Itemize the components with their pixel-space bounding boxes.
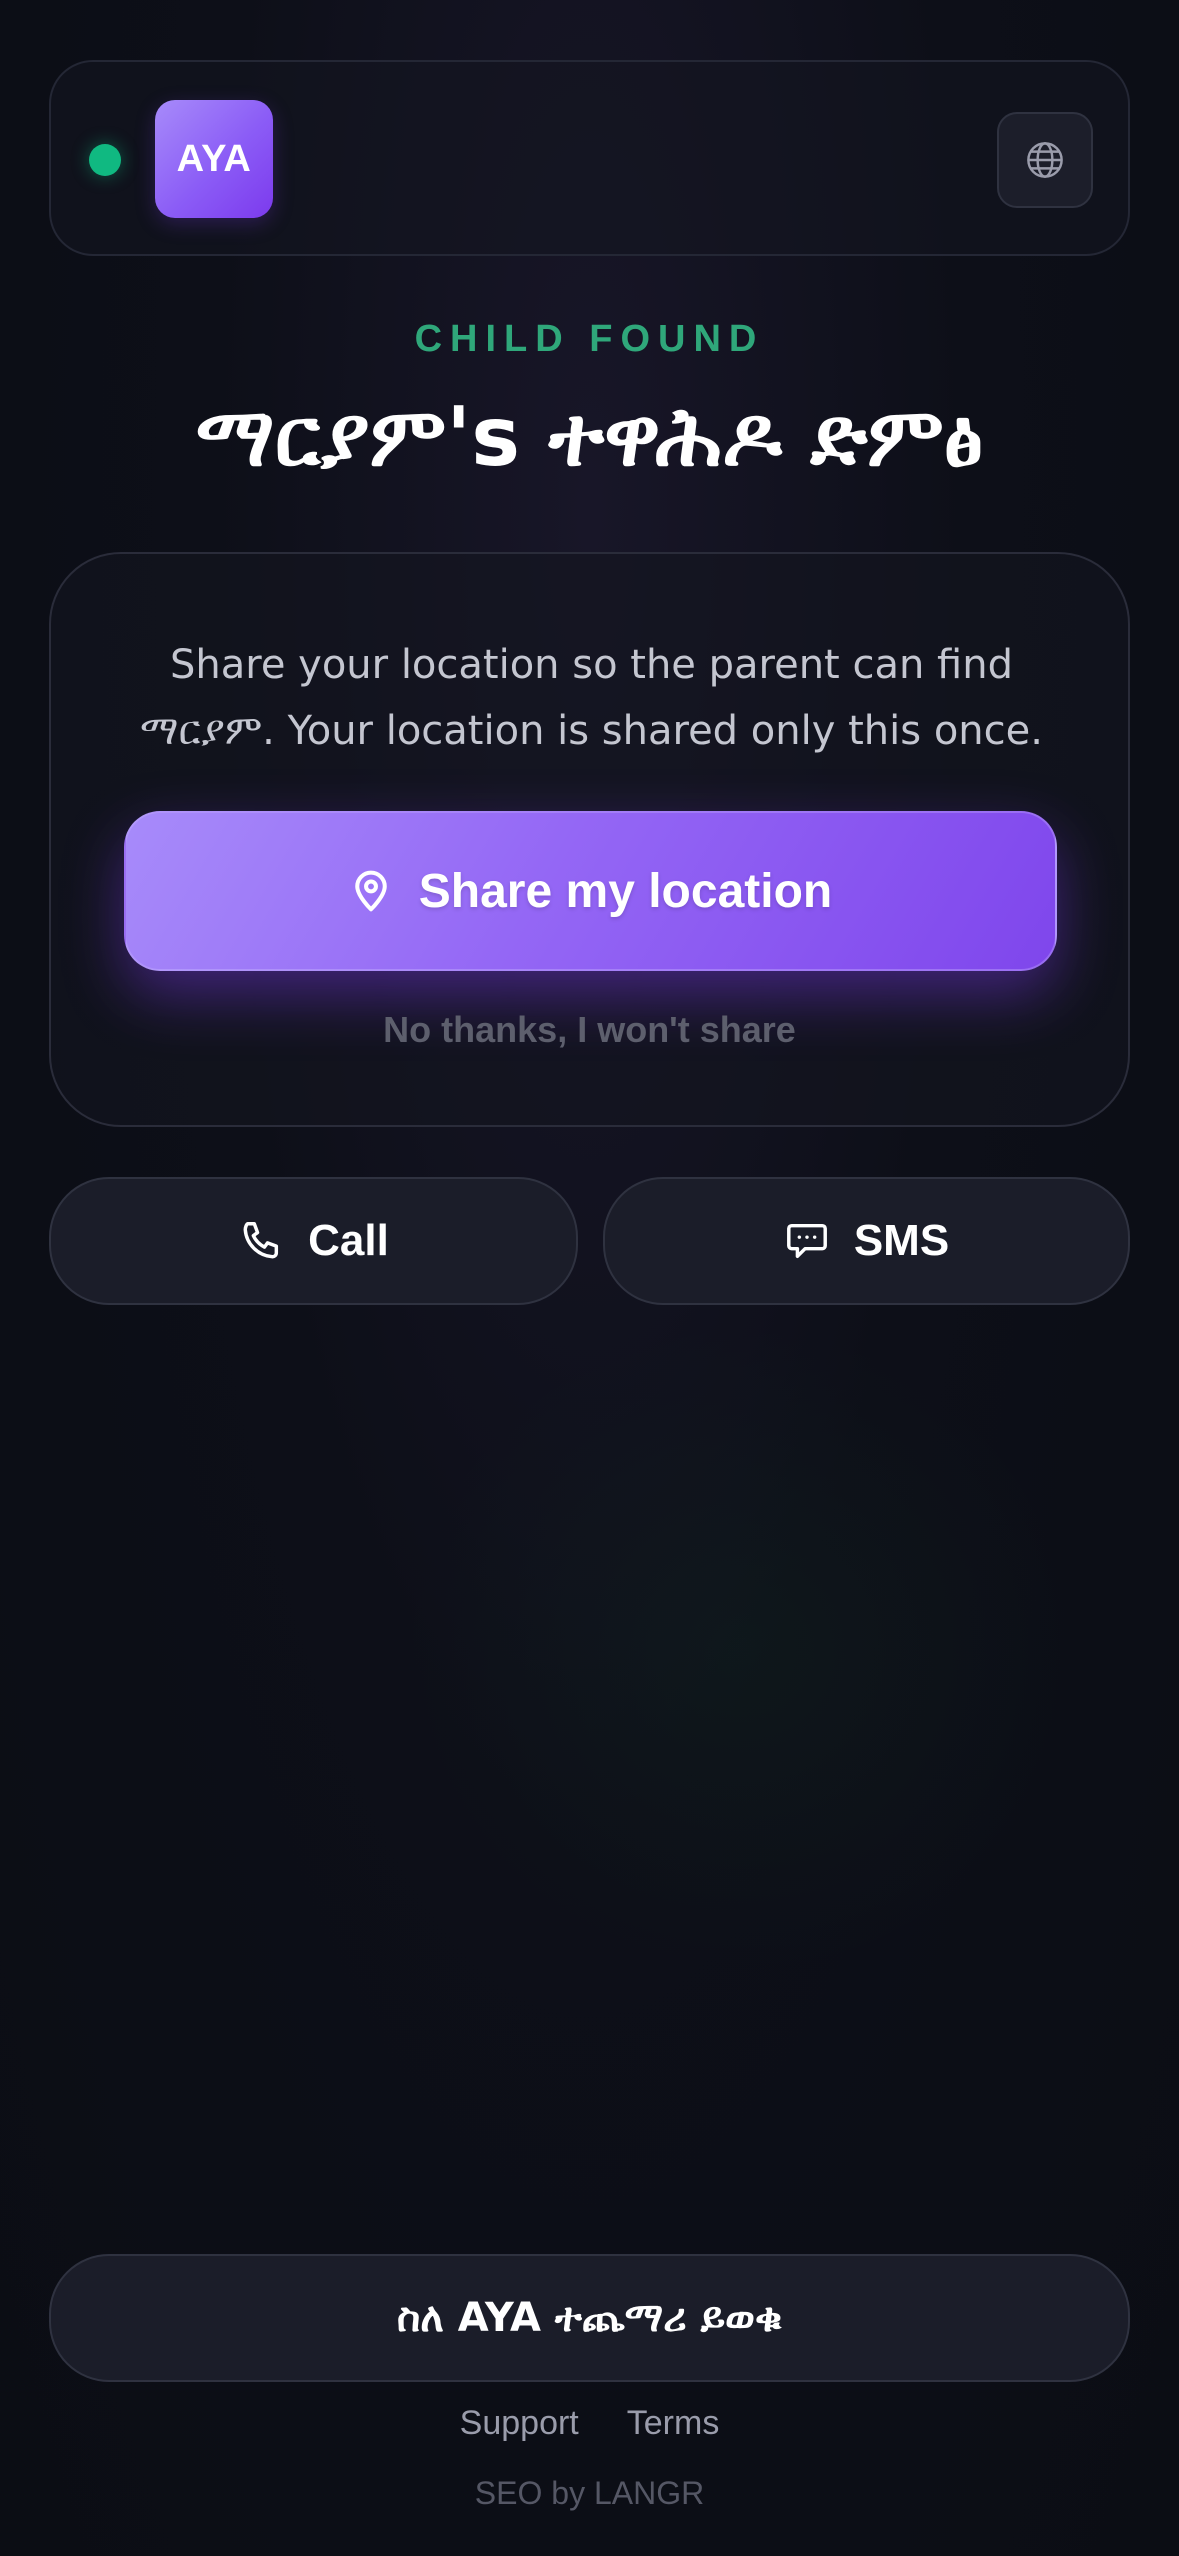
share-location-message: Share your location so the parent can fi… bbox=[140, 642, 1043, 754]
seo-credit: SEO by LANGR bbox=[474, 2475, 705, 2511]
learn-more-button[interactable]: ስለ AYA ተጨማሪ ይወቁ bbox=[49, 2254, 1130, 2382]
decline-share-link[interactable]: No thanks, I won't share bbox=[51, 1009, 1128, 1051]
support-link[interactable]: Support bbox=[460, 2404, 579, 2443]
page-title: ማርያም's ተዋሕዶ ድምፅ bbox=[195, 390, 984, 485]
share-location-card: Share your location so the parent can fi… bbox=[49, 552, 1130, 1127]
globe-icon bbox=[1024, 139, 1066, 181]
share-location-label: Share my location bbox=[418, 864, 833, 918]
share-location-button[interactable]: Share my location bbox=[124, 811, 1057, 971]
background-glow bbox=[380, 1300, 1100, 2000]
chat-bubble-icon bbox=[784, 1218, 830, 1264]
call-label: Call bbox=[308, 1216, 389, 1265]
terms-link[interactable]: Terms bbox=[627, 2404, 720, 2443]
top-bar: AYA bbox=[49, 60, 1130, 256]
footer-links: Support Terms bbox=[0, 2404, 1179, 2443]
child-found-label: CHILD FOUND bbox=[414, 318, 765, 360]
map-pin-icon bbox=[349, 869, 393, 913]
sms-button[interactable]: SMS bbox=[603, 1177, 1130, 1305]
online-status-dot bbox=[89, 144, 121, 176]
sms-label: SMS bbox=[853, 1216, 950, 1265]
phone-icon bbox=[238, 1218, 284, 1264]
call-button[interactable]: Call bbox=[49, 1177, 578, 1305]
language-button[interactable] bbox=[997, 112, 1093, 208]
aya-logo[interactable]: AYA bbox=[155, 100, 273, 218]
